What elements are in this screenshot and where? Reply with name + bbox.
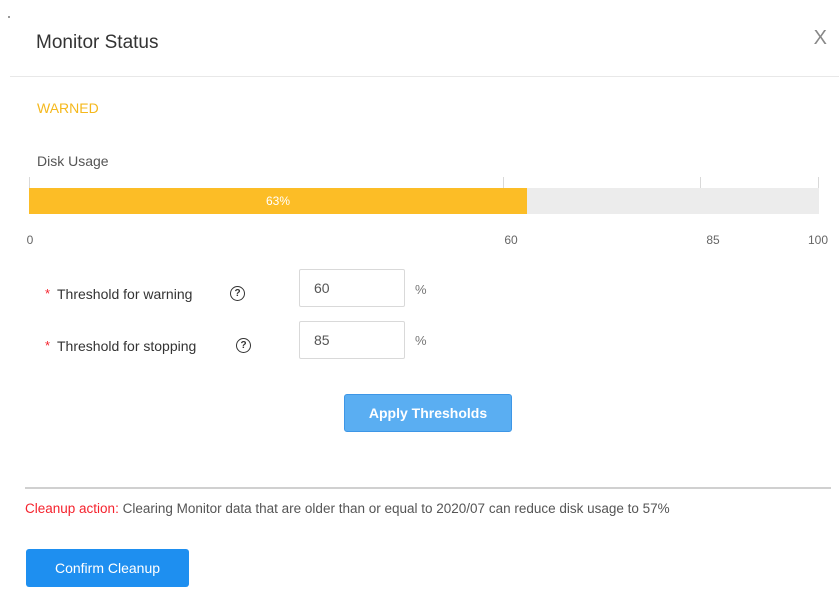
disk-usage-progress: 63% [29, 188, 819, 214]
scale-label-100: 100 [807, 233, 829, 247]
dialog-title: Monitor Status [36, 32, 159, 53]
apply-thresholds-button[interactable]: Apply Thresholds [344, 394, 512, 432]
divider [25, 487, 831, 489]
confirm-cleanup-button[interactable]: Confirm Cleanup [26, 549, 189, 587]
required-mark: * [45, 286, 51, 301]
warning-unit: % [415, 282, 427, 297]
scale-label-60: 60 [504, 233, 518, 247]
close-icon[interactable]: X [814, 28, 827, 48]
cleanup-action-key: Cleanup action: [25, 501, 119, 516]
cleanup-message: Cleanup action: Clearing Monitor data th… [25, 501, 670, 516]
warning-threshold-label: Threshold for warning [57, 286, 193, 302]
monitor-status-dialog: Monitor Status X WARNED Disk Usage 63% 0… [0, 0, 839, 597]
scale-label-0: 0 [26, 233, 34, 247]
stopping-threshold-label: Threshold for stopping [57, 338, 197, 354]
scale-label-85: 85 [706, 233, 720, 247]
cleanup-action-text: Clearing Monitor data that are older tha… [118, 501, 670, 516]
warning-threshold-input[interactable] [299, 269, 405, 307]
question-circle-icon[interactable]: ? [230, 286, 245, 301]
required-mark: * [45, 338, 51, 353]
disk-usage-percent: 63% [265, 194, 291, 208]
disk-usage-label: Disk Usage [37, 153, 109, 169]
status-label: WARNED [37, 100, 99, 116]
question-circle-icon[interactable]: ? [236, 338, 251, 353]
stopping-unit: % [415, 333, 427, 348]
stopping-threshold-input[interactable] [299, 321, 405, 359]
dialog-header: Monitor Status [10, 0, 839, 77]
